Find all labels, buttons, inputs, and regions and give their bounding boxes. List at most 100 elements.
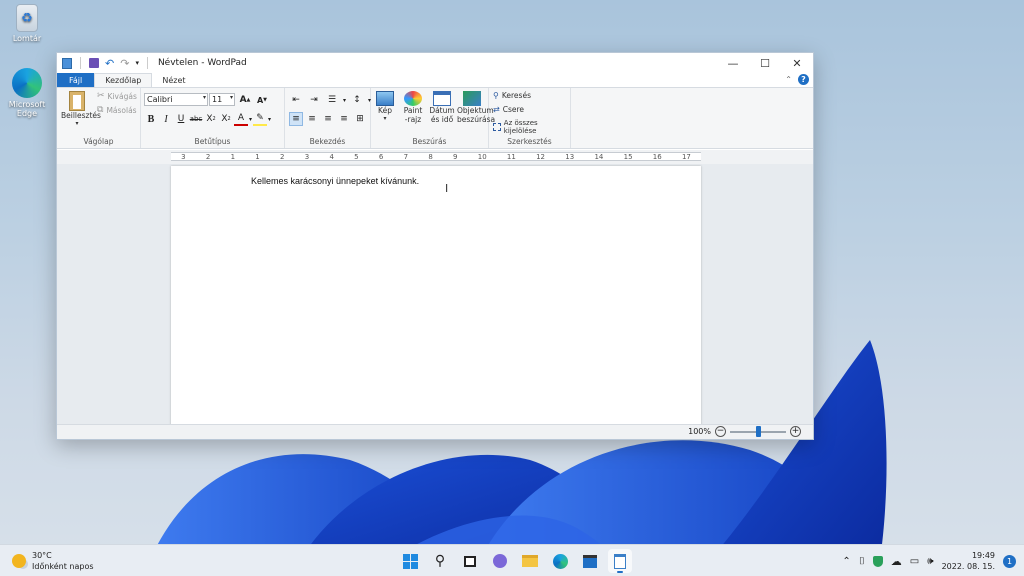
date-label-2: és idő (430, 115, 454, 124)
collapse-ribbon-icon[interactable]: ⌃ (785, 75, 792, 84)
maximize-button[interactable]: ☐ (749, 53, 781, 73)
title-bar[interactable]: ↶ ↷ ▾ Névtelen - WordPad — ☐ ✕ (57, 53, 813, 73)
redo-icon[interactable]: ↷ (120, 57, 129, 70)
task-view-button[interactable] (458, 549, 482, 573)
increase-indent-icon[interactable]: ⇥ (307, 93, 321, 107)
ruler-number: 17 (681, 152, 691, 161)
decrease-indent-icon[interactable]: ⇤ (289, 93, 303, 107)
font-family-select[interactable]: Calibri ▾ (144, 93, 208, 106)
usb-icon[interactable]: ⌷ (859, 556, 865, 567)
date-time-button[interactable]: Dátum és idő (429, 91, 455, 124)
paragraph-row-1: ⇤ ⇥ ☰ ▾ ↕ ▾ (289, 93, 371, 107)
ruler-number: 16 (652, 152, 662, 161)
zoom-slider-thumb[interactable] (756, 425, 761, 437)
chevron-up-icon[interactable]: ⌃ (842, 556, 850, 567)
find-button[interactable]: ⚲ Keresés (493, 91, 531, 100)
store-button[interactable] (578, 549, 602, 573)
font-size-select[interactable]: 11 ▾ (209, 93, 235, 106)
ribbon-tab-controls: ⌃ ? (785, 74, 809, 85)
strikethrough-icon[interactable]: abc (189, 112, 203, 126)
network-icon[interactable]: ▭ (910, 556, 919, 567)
cut-label: Kivágás (107, 91, 137, 101)
date-label: Dátum (429, 106, 455, 115)
zoom-slider[interactable] (730, 425, 786, 437)
group-label-paragraph: Bekezdés (309, 137, 346, 146)
binoculars-icon: ⚲ (493, 91, 499, 100)
chevron-down-icon[interactable]: ▾ (249, 116, 252, 123)
weather-widget[interactable]: 30°C Időnként napos (12, 550, 94, 572)
clipboard-icon (69, 91, 85, 111)
highlight-icon[interactable]: ✎ (253, 112, 268, 126)
chat-icon (493, 554, 507, 568)
start-button[interactable] (398, 549, 422, 573)
weather-sun-icon (12, 554, 26, 568)
paint-drawing-button[interactable]: Paint -rajz (399, 91, 427, 124)
zoom-in-icon[interactable]: + (790, 426, 801, 437)
search-button[interactable]: ⚲ (428, 549, 452, 573)
desktop-icon-edge[interactable]: Microsoft Edge (2, 68, 52, 118)
chat-button[interactable] (488, 549, 512, 573)
cut-button[interactable]: ✂ Kivágás (97, 91, 137, 101)
bold-icon[interactable]: B (144, 112, 158, 126)
paste-button[interactable]: Beillesztés ▾ (61, 91, 101, 127)
desktop-icon-recycle-bin[interactable]: ♻ Lomtár (2, 4, 52, 43)
grow-font-icon[interactable]: A ▲ (238, 93, 252, 107)
replace-button[interactable]: ⇄ Csere (493, 105, 524, 114)
paste-dropdown-icon[interactable]: ▾ (61, 120, 93, 127)
security-icon[interactable] (872, 555, 883, 567)
select-all-button[interactable]: Az összes kijelölése (493, 119, 570, 135)
ruler-number: 1 (230, 152, 236, 161)
edge-button[interactable] (548, 549, 572, 573)
copy-button[interactable]: ⧉ Másolás (97, 105, 137, 115)
edge-icon (552, 553, 568, 569)
insert-picture-button[interactable]: Kép ▾ (374, 91, 396, 122)
help-icon[interactable]: ? (798, 74, 809, 85)
align-right-icon[interactable]: ≡ (321, 112, 335, 126)
tab-home[interactable]: Kezdőlap (94, 73, 153, 87)
ruler[interactable]: 3 2 1 1 2 3 4 5 6 7 8 9 10 11 12 13 14 15 16 17 (57, 150, 813, 164)
notification-badge[interactable]: 1 (1003, 554, 1016, 568)
document-page[interactable]: Kellemes karácsonyi ünnepeket kívánunk. … (171, 166, 701, 428)
justify-icon[interactable]: ≡ (337, 112, 351, 126)
line-spacing-icon[interactable]: ↕ (350, 93, 364, 107)
align-left-icon[interactable]: ≡ (289, 112, 303, 126)
italic-icon[interactable]: I (159, 112, 173, 126)
chevron-down-icon[interactable]: ▾ (343, 97, 346, 104)
insert-object-button[interactable]: Objektum beszúrása (457, 91, 495, 124)
font-color-icon[interactable]: A (234, 112, 248, 126)
bullet-list-icon[interactable]: ☰ (325, 93, 339, 107)
undo-icon[interactable]: ↶ (105, 57, 114, 70)
ribbon: Beillesztés ▾ ✂ Kivágás ⧉ Másolás Vágóla… (57, 87, 813, 149)
subscript-icon[interactable]: X2 (204, 112, 218, 126)
tab-view[interactable]: Nézet (152, 73, 195, 87)
clock[interactable]: 19:49 2022. 08. 15. (942, 550, 995, 572)
zoom-out-icon[interactable]: − (715, 426, 726, 437)
superscript-icon[interactable]: X2 (219, 112, 233, 126)
paragraph-settings-icon[interactable]: ⊞ (353, 112, 367, 126)
object-label: Objektum (457, 106, 494, 115)
document-text[interactable]: Kellemes karácsonyi ünnepeket kívánunk. (251, 176, 419, 186)
shrink-font-icon[interactable]: A ▼ (255, 93, 269, 107)
close-button[interactable]: ✕ (781, 53, 813, 73)
onedrive-icon[interactable]: ☁ (891, 555, 902, 568)
save-icon[interactable] (89, 58, 99, 68)
ruler-number: 11 (506, 152, 516, 161)
wordpad-taskbar-button[interactable] (608, 549, 632, 573)
quick-access-toolbar: ↶ ↷ ▾ (57, 57, 150, 70)
group-label-clipboard: Vágólap (83, 137, 114, 146)
file-explorer-button[interactable] (518, 549, 542, 573)
ruler-number: 10 (477, 152, 487, 161)
tab-file[interactable]: Fájl (57, 73, 95, 87)
align-center-icon[interactable]: ≡ (305, 112, 319, 126)
picture-icon (376, 91, 394, 106)
replace-icon: ⇄ (493, 105, 500, 114)
minimize-button[interactable]: — (717, 53, 749, 73)
underline-icon[interactable]: U (174, 112, 188, 126)
chevron-down-icon[interactable]: ▾ (268, 116, 271, 123)
picture-label: Kép (378, 106, 392, 115)
clipboard-group: Beillesztés ▾ ✂ Kivágás ⧉ Másolás Vágóla… (57, 88, 141, 148)
volume-icon[interactable]: 🕪 (927, 556, 933, 567)
chevron-down-icon: ▾ (229, 94, 233, 101)
zoom-level: 100% (688, 427, 711, 436)
customize-toolbar-icon[interactable]: ▾ (135, 59, 139, 67)
